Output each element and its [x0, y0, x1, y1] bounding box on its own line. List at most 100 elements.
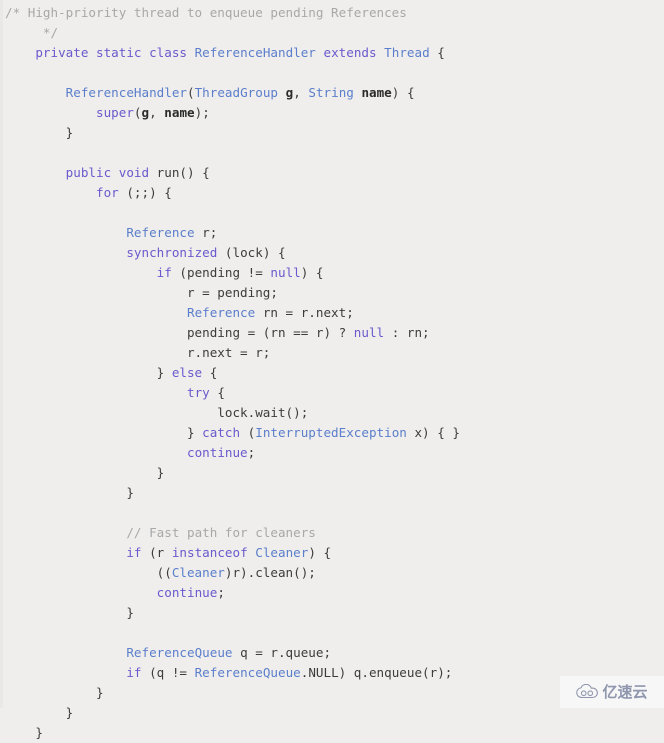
code-token-pln	[5, 105, 96, 120]
code-token-pun: ) {	[300, 265, 324, 280]
code-line: } else {	[5, 363, 460, 383]
code-line: Reference rn = r.next;	[5, 303, 460, 323]
code-token-pun: }	[5, 465, 165, 480]
code-token-typ: String	[308, 85, 362, 100]
code-token-kw: synchronized	[126, 245, 225, 260]
code-token-pun: (lock) {	[224, 245, 286, 260]
code-token-kw: if	[126, 665, 150, 680]
code-token-prm: name	[361, 85, 392, 100]
code-line: } catch (InterruptedException x) { }	[5, 423, 460, 443]
code-token-pun: ,	[293, 85, 309, 100]
code-token-pun: ) {	[391, 85, 415, 100]
code-token-typ: InterruptedException	[255, 425, 415, 440]
code-token-pln	[5, 185, 96, 200]
code-line: for (;;) {	[5, 183, 460, 203]
code-line: Reference r;	[5, 223, 460, 243]
code-token-pun: (;;) {	[126, 185, 172, 200]
code-line: ReferenceQueue q = r.queue;	[5, 643, 460, 663]
code-token-pun: }	[5, 705, 74, 720]
code-line: if (q != ReferenceQueue.NULL) q.enqueue(…	[5, 663, 460, 683]
code-token-pln	[5, 225, 126, 240]
code-token-pun: : rn;	[384, 325, 430, 340]
code-line: }	[5, 123, 460, 143]
code-token-pln	[5, 665, 126, 680]
code-text-block[interactable]: /* High-priority thread to enqueue pendi…	[5, 3, 460, 743]
code-token-prm: name	[164, 105, 195, 120]
code-line: }	[5, 703, 460, 723]
code-token-kw: public void	[65, 165, 157, 180]
code-token-pln	[5, 265, 157, 280]
code-token-pln	[5, 445, 187, 460]
code-token-pun: }	[5, 125, 74, 140]
code-token-typ: ThreadGroup	[194, 85, 286, 100]
code-token-typ: Cleaner	[171, 565, 225, 580]
code-token-pln	[5, 245, 126, 260]
code-token-pun: );	[194, 105, 210, 120]
code-token-typ: ReferenceHandler	[194, 45, 324, 60]
code-token-pun: (r	[149, 545, 172, 560]
code-token-pun: {	[209, 365, 218, 380]
code-line: if (pending != null) {	[5, 263, 460, 283]
code-token-pun: (	[187, 85, 195, 100]
code-token-typ: ReferenceQueue	[194, 665, 301, 680]
code-token-pun: q = r.queue;	[240, 645, 332, 660]
code-token-pln	[5, 525, 126, 540]
code-token-typ: ReferenceHandler	[65, 85, 187, 100]
code-token-cmt: /* High-priority thread to enqueue pendi…	[5, 5, 407, 20]
code-line: ReferenceHandler(ThreadGroup g, String n…	[5, 83, 460, 103]
code-token-kw: if	[156, 265, 180, 280]
code-token-pun: r.next = r;	[5, 345, 271, 360]
code-token-pun: ,	[149, 105, 165, 120]
code-line: }	[5, 463, 460, 483]
code-line: if (r instanceof Cleaner) {	[5, 543, 460, 563]
code-line: public void run() {	[5, 163, 460, 183]
code-line: continue;	[5, 583, 460, 603]
code-token-pun: ;	[217, 585, 225, 600]
code-token-pln	[5, 645, 126, 660]
code-token-kw: else	[171, 365, 210, 380]
left-edge-strip	[0, 0, 3, 708]
code-token-kw: if	[126, 545, 150, 560]
code-token-typ: Reference	[186, 305, 263, 320]
code-token-pln	[5, 585, 157, 600]
code-line: }	[5, 683, 460, 703]
code-token-pun: lock.wait();	[5, 405, 309, 420]
code-line: }	[5, 603, 460, 623]
code-line: }	[5, 723, 460, 743]
code-token-pun: ;	[247, 445, 256, 460]
code-token-pln	[5, 45, 35, 60]
code-token-pln	[5, 545, 126, 560]
code-token-kw: continue	[186, 445, 248, 460]
code-token-pun: )r).clean();	[224, 565, 316, 580]
watermark-text: 亿速云	[602, 682, 648, 701]
code-token-pun: ((	[5, 565, 172, 580]
code-token-pun: }	[5, 365, 172, 380]
code-line: pending = (rn == r) ? null : rn;	[5, 323, 460, 343]
code-token-pun: (pending !=	[179, 265, 271, 280]
code-line: synchronized (lock) {	[5, 243, 460, 263]
code-token-pun: }	[5, 485, 134, 500]
code-token-kw: try	[186, 385, 218, 400]
code-token-kw: for	[96, 185, 127, 200]
code-line: lock.wait();	[5, 403, 460, 423]
code-token-pun: run() {	[156, 165, 210, 180]
code-token-typ: ReferenceQueue	[126, 645, 241, 660]
code-token-pun: {	[437, 45, 445, 60]
code-token-kw: null	[353, 325, 385, 340]
code-token-pun: pending = (rn == r) ?	[5, 325, 354, 340]
code-token-pln	[5, 305, 187, 320]
code-token-typ: Cleaner	[255, 545, 309, 560]
code-token-kw: null	[270, 265, 301, 280]
code-token-pln	[5, 385, 187, 400]
code-token-pun: }	[5, 685, 104, 700]
code-line: r = pending;	[5, 283, 460, 303]
code-token-typ: Thread	[384, 45, 438, 60]
code-line: private static class ReferenceHandler ex…	[5, 43, 460, 63]
code-token-kw: continue	[156, 585, 218, 600]
code-line: try {	[5, 383, 460, 403]
code-token-pln	[5, 85, 66, 100]
code-token-pun: r;	[202, 225, 218, 240]
code-token-cmt: */	[5, 25, 59, 40]
